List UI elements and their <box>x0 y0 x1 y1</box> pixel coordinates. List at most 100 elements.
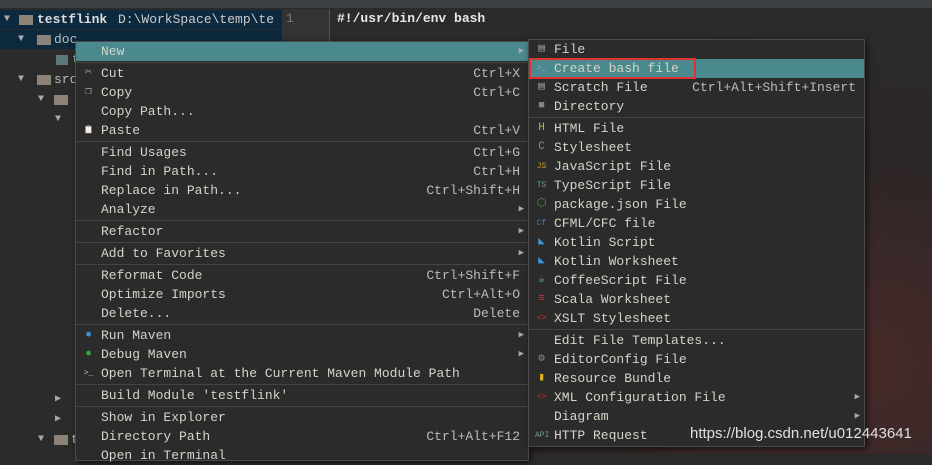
menu-item-label: Copy <box>101 85 133 100</box>
menu-item-label: Find Usages <box>101 145 187 160</box>
context-item-optimize-imports[interactable]: Optimize Imports Ctrl+Alt+O <box>76 285 528 304</box>
menu-item-label: Scratch File <box>554 80 648 95</box>
menu-item-label: Open in Terminal <box>101 448 226 463</box>
menu-item-label: Debug Maven <box>101 347 187 362</box>
code-line[interactable]: #!/usr/bin/env bash <box>337 11 485 26</box>
context-item-replace-in-path[interactable]: Replace in Path... Ctrl+Shift+H <box>76 181 528 200</box>
menu-separator <box>76 324 528 325</box>
menu-item-label: Run Maven <box>101 328 172 343</box>
new-item-html-file[interactable]: H HTML File <box>529 119 864 138</box>
context-item-reformat-code[interactable]: Reformat Code Ctrl+Shift+F <box>76 266 528 285</box>
collapse-arrow-icon[interactable]: ▶ <box>55 410 61 429</box>
folder-icon <box>37 75 51 85</box>
expand-arrow-icon[interactable]: ▼ <box>18 30 24 49</box>
project-path: D:\WorkSpace\temp\te <box>118 12 275 27</box>
submenu-arrow-icon: ▶ <box>518 46 524 56</box>
menu-item-label: Optimize Imports <box>101 287 226 302</box>
expand-arrow-icon[interactable]: ▼ <box>18 70 24 89</box>
menu-item-label: Reformat Code <box>101 268 203 283</box>
new-item-kotlin-worksheet[interactable]: ◣ Kotlin Worksheet <box>529 252 864 271</box>
new-item-editorconfig-file[interactable]: ⚙ EditorConfig File <box>529 350 864 369</box>
tree-root[interactable]: ▼ testflink D:\WorkSpace\temp\te <box>0 10 282 29</box>
folder-icon <box>54 435 68 445</box>
context-item-directory-path[interactable]: Directory Path Ctrl+Alt+F12 <box>76 427 528 446</box>
menu-item-label: Scala Worksheet <box>554 292 672 307</box>
new-item-package-json-file[interactable]: ⬡ package.json File <box>529 195 864 214</box>
menu-item-label: Find in Path... <box>101 164 219 179</box>
menu-item-label: File <box>554 42 586 57</box>
new-item-cfml-cfc-file[interactable]: Cf CFML/CFC file <box>529 214 864 233</box>
menu-item-label: Analyze <box>101 202 156 217</box>
new-item-directory[interactable]: ■ Directory <box>529 97 864 116</box>
new-item-coffeescript-file[interactable]: ☕ CoffeeScript File <box>529 271 864 290</box>
menu-item-label: Directory <box>554 99 625 114</box>
menu-item-label: XSLT Stylesheet <box>554 311 672 326</box>
menu-item-label: New <box>101 44 125 59</box>
menu-item-shortcut: Delete <box>473 306 520 321</box>
scratch-file-icon: ▤ <box>538 81 545 93</box>
context-item-run-maven[interactable]: ✹ Run Maven ▶ <box>76 326 528 345</box>
xml-icon: <> <box>536 393 547 402</box>
menu-item-label: Build Module 'testflink' <box>101 388 289 403</box>
submenu-arrow-icon: ▶ <box>518 349 524 359</box>
new-item-xslt-stylesheet[interactable]: <> XSLT Stylesheet <box>529 309 864 328</box>
tree-label: src <box>54 72 78 87</box>
context-item-analyze[interactable]: Analyze ▶ <box>76 200 528 219</box>
folder-icon <box>37 35 51 45</box>
maven-run-icon: ✹ <box>85 329 92 341</box>
gear-icon: ⚙ <box>538 353 545 365</box>
context-item-new[interactable]: New ▶ <box>76 42 528 61</box>
new-submenu: ▤ File >_ Create bash file ▤ Scratch File Ctrl… <box>528 39 865 447</box>
red-highlight-box <box>529 58 696 79</box>
expand-arrow-icon[interactable]: ▼ <box>38 90 44 109</box>
collapse-arrow-icon[interactable]: ▶ <box>55 390 61 409</box>
submenu-arrow-icon: ▶ <box>518 330 524 340</box>
new-item-scala-worksheet[interactable]: ≡ Scala Worksheet <box>529 290 864 309</box>
context-item-find-in-path[interactable]: Find in Path... Ctrl+H <box>76 162 528 181</box>
expand-arrow-icon[interactable]: ▼ <box>4 10 10 29</box>
maven-debug-icon: ✹ <box>85 348 92 360</box>
expand-arrow-icon[interactable]: ▼ <box>55 110 61 129</box>
submenu-arrow-icon: ▶ <box>518 248 524 258</box>
menu-item-label: Delete... <box>101 306 172 321</box>
context-item-paste[interactable]: 📋 Paste Ctrl+V <box>76 121 528 140</box>
menu-item-shortcut: Ctrl+H <box>473 164 520 179</box>
menu-separator <box>76 242 528 243</box>
menu-item-shortcut: Ctrl+Alt+O <box>441 287 520 302</box>
menu-item-label: Edit File Templates... <box>554 333 726 348</box>
context-item-copy[interactable]: ❐ Copy Ctrl+C <box>76 83 528 102</box>
context-item-build-module-testflink[interactable]: Build Module 'testflink' <box>76 386 528 405</box>
context-item-open-terminal-at-the-current-maven-module-path[interactable]: >_ Open Terminal at the Current Maven Mod… <box>76 364 528 383</box>
new-item-diagram[interactable]: Diagram ▶ <box>529 407 864 426</box>
new-item-edit-file-templates[interactable]: Edit File Templates... <box>529 331 864 350</box>
context-item-find-usages[interactable]: Find Usages Ctrl+G <box>76 143 528 162</box>
menu-item-label: HTTP Request <box>554 428 648 443</box>
menu-item-label: Kotlin Worksheet <box>554 254 679 269</box>
context-item-delete[interactable]: Delete... Delete <box>76 304 528 323</box>
new-item-stylesheet[interactable]: C Stylesheet <box>529 138 864 157</box>
new-item-javascript-file[interactable]: JS JavaScript File <box>529 157 864 176</box>
menu-item-label: CFML/CFC file <box>554 216 656 231</box>
menu-separator <box>529 117 864 118</box>
context-item-debug-maven[interactable]: ✹ Debug Maven ▶ <box>76 345 528 364</box>
menu-item-shortcut: Ctrl+Alt+Shift+Insert <box>692 80 856 95</box>
new-item-typescript-file[interactable]: TS TypeScript File <box>529 176 864 195</box>
new-item-file[interactable]: ▤ File <box>529 40 864 59</box>
menu-item-shortcut: Ctrl+Shift+F <box>426 268 520 283</box>
context-item-refactor[interactable]: Refactor ▶ <box>76 222 528 241</box>
menu-item-shortcut: Ctrl+G <box>473 145 520 160</box>
context-item-add-to-favorites[interactable]: Add to Favorites ▶ <box>76 244 528 263</box>
new-item-kotlin-script[interactable]: ◣ Kotlin Script <box>529 233 864 252</box>
expand-arrow-icon[interactable]: ▼ <box>38 430 44 449</box>
context-item-copy-path[interactable]: Copy Path... <box>76 102 528 121</box>
menu-item-label: Kotlin Script <box>554 235 656 250</box>
menu-item-label: Paste <box>101 123 141 138</box>
context-item-open-in-terminal[interactable]: Open in Terminal <box>76 446 528 465</box>
menu-separator <box>76 264 528 265</box>
menu-item-label: package.json File <box>554 197 687 212</box>
new-item-xml-configuration-file[interactable]: <> XML Configuration File ▶ <box>529 388 864 407</box>
context-item-show-in-explorer[interactable]: Show in Explorer <box>76 408 528 427</box>
context-item-cut[interactable]: ✂ Cut Ctrl+X <box>76 64 528 83</box>
new-item-scratch-file[interactable]: ▤ Scratch File Ctrl+Alt+Shift+Insert <box>529 78 864 97</box>
new-item-resource-bundle[interactable]: ▮ Resource Bundle <box>529 369 864 388</box>
